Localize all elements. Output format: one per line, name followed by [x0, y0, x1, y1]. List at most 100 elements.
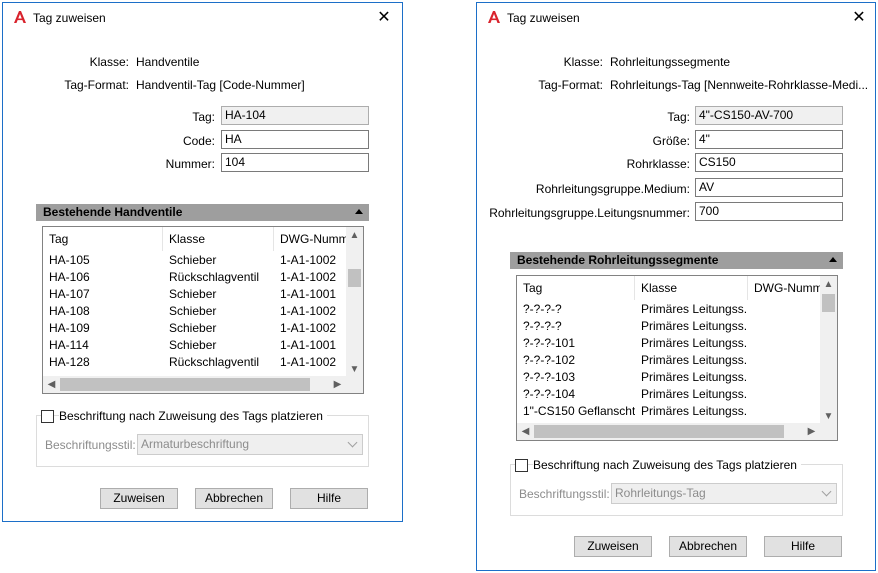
cell-klasse: Schieber: [169, 253, 217, 267]
table-row[interactable]: HA-128 Rückschlagventil 1-A1-1002: [43, 354, 346, 371]
table-row[interactable]: HA-109 Schieber 1-A1-1002: [43, 320, 346, 337]
cell-klasse: Rückschlagventil: [169, 270, 260, 284]
section-bestehende-handventile[interactable]: Bestehende Handventile: [36, 204, 369, 221]
scroll-right-icon[interactable]: ▶: [803, 423, 820, 440]
existing-segments-list[interactable]: Tag Klasse DWG-Nummer ?-?-?-? Primäres Le…: [516, 275, 838, 441]
scroll-corner: [820, 423, 837, 440]
place-label-checkbox[interactable]: [41, 410, 54, 423]
scroll-right-icon[interactable]: ▶: [329, 376, 346, 393]
dialog-title: Tag zuweisen: [507, 11, 580, 25]
table-row[interactable]: HA-108 Schieber 1-A1-1002: [43, 303, 346, 320]
table-row[interactable]: ?-?-?-101 Primäres Leitungss...: [517, 335, 820, 352]
table-row[interactable]: HA-114 Schieber 1-A1-1001: [43, 337, 346, 354]
cell-tag: ?-?-?-101: [523, 336, 576, 350]
close-icon[interactable]: ✕: [372, 7, 396, 29]
cancel-button[interactable]: Abbrechen: [669, 536, 747, 557]
existing-valves-list[interactable]: Tag Klasse DWG-Nummer HA-105 Schieber 1-A1…: [42, 226, 364, 394]
cell-tag: HA-106: [49, 270, 90, 284]
cell-tag: HA-114: [49, 338, 89, 352]
help-button[interactable]: Hilfe: [290, 488, 368, 509]
dialog-tag-zuweisen-handventile: Tag zuweisen ✕ Klasse: Handventile Tag-F…: [2, 2, 403, 522]
tagformat-value: Rohrleitungs-Tag [Nennweite-Rohrklasse-M…: [610, 78, 869, 92]
cell-tag: 1"-CS150 Geflanscht...: [523, 404, 635, 418]
cell-klasse: Rückschlagventil: [169, 355, 260, 369]
column-header-tag[interactable]: Tag: [517, 276, 635, 300]
tag-field: HA-104: [221, 106, 369, 125]
assign-button[interactable]: Zuweisen: [574, 536, 652, 557]
vertical-scrollbar[interactable]: ▲ ▼: [346, 227, 363, 378]
leitungsnummer-label: Rohrleitungsgruppe.Leitungsnummer:: [489, 206, 690, 220]
cell-tag: ?-?-?-104: [523, 387, 576, 401]
cell-tag: ?-?-?-?: [523, 302, 562, 316]
cell-dwg-nummer: 1-A1-1001: [280, 287, 337, 301]
table-row[interactable]: ?-?-?-? Primäres Leitungss...: [517, 301, 820, 318]
autocad-a-icon: [488, 11, 500, 23]
scroll-left-icon[interactable]: ◀: [43, 376, 60, 393]
code-input[interactable]: HA: [221, 130, 369, 149]
collapse-icon[interactable]: [829, 257, 837, 262]
table-row[interactable]: 1"-CS150 Geflanscht... Primäres Leitungss…: [517, 403, 820, 420]
section-bestehende-rohrleitungssegmente[interactable]: Bestehende Rohrleitungssegmente: [510, 252, 843, 269]
tagformat-label: Tag-Format:: [64, 78, 129, 92]
dialog-tag-zuweisen-rohrleitungssegmente: Tag zuweisen ✕ Klasse: Rohrleitungssegme…: [476, 2, 876, 571]
autocad-a-icon: [14, 11, 26, 23]
cell-tag: HA-105: [49, 253, 90, 267]
cell-dwg-nummer: 1-A1-1002: [280, 253, 337, 267]
assign-button[interactable]: Zuweisen: [100, 488, 178, 509]
horizontal-scrollbar[interactable]: ◀ ▶: [43, 376, 346, 393]
column-header-dwg-nummer[interactable]: DWG-Nummer: [274, 227, 348, 251]
chevron-down-icon: [347, 437, 358, 448]
label-style-value: Armaturbeschriftung: [141, 437, 250, 451]
scroll-thumb[interactable]: [822, 294, 835, 312]
cell-dwg-nummer: 1-A1-1001: [280, 338, 337, 352]
table-row[interactable]: ?-?-?-? Primäres Leitungss...: [517, 318, 820, 335]
tag-label: Tag:: [667, 110, 690, 124]
leitungsnummer-input[interactable]: 700: [695, 202, 843, 221]
scroll-up-icon[interactable]: ▲: [346, 227, 363, 244]
column-header-klasse[interactable]: Klasse: [635, 276, 748, 300]
column-header-dwg-nummer[interactable]: DWG-Nummer: [748, 276, 822, 300]
medium-label: Rohrleitungsgruppe.Medium:: [535, 182, 690, 196]
table-row[interactable]: ?-?-?-104 Primäres Leitungss...: [517, 386, 820, 403]
cell-dwg-nummer: [748, 335, 822, 352]
table-row[interactable]: ?-?-?-103 Primäres Leitungss...: [517, 369, 820, 386]
hscroll-thumb[interactable]: [60, 378, 310, 391]
table-row[interactable]: HA-106 Rückschlagventil 1-A1-1002: [43, 269, 346, 286]
close-icon[interactable]: ✕: [847, 7, 871, 29]
vertical-scrollbar[interactable]: ▲ ▼: [820, 276, 837, 425]
cell-klasse: Primäres Leitungss...: [641, 353, 748, 367]
scroll-thumb[interactable]: [348, 269, 361, 287]
medium-input[interactable]: AV: [695, 178, 843, 197]
title-bar: Tag zuweisen ✕: [477, 3, 875, 33]
rohrklasse-input[interactable]: CS150: [695, 153, 843, 172]
groesse-input[interactable]: 4": [695, 130, 843, 149]
column-header-tag[interactable]: Tag: [43, 227, 163, 251]
hscroll-thumb[interactable]: [534, 425, 784, 438]
table-row[interactable]: ?-?-?-102 Primäres Leitungss...: [517, 352, 820, 369]
table-row[interactable]: HA-105 Schieber 1-A1-1002: [43, 252, 346, 269]
cell-dwg-nummer: 1-A1-1002: [280, 355, 337, 369]
cell-dwg-nummer: [748, 318, 822, 335]
table-row[interactable]: HA-107 Schieber 1-A1-1001: [43, 286, 346, 303]
tag-label: Tag:: [192, 110, 215, 124]
place-label-checkbox[interactable]: [515, 459, 528, 472]
cell-klasse: Primäres Leitungss...: [641, 387, 748, 401]
place-label-checkbox-label[interactable]: Beschriftung nach Zuweisung des Tags pla…: [59, 409, 327, 423]
place-label-checkbox-label[interactable]: Beschriftung nach Zuweisung des Tags pla…: [533, 458, 801, 472]
cell-klasse: Schieber: [169, 287, 217, 301]
scroll-up-icon[interactable]: ▲: [820, 276, 837, 293]
cell-klasse: Primäres Leitungss...: [641, 404, 748, 418]
nummer-input[interactable]: 104: [221, 153, 369, 172]
collapse-icon[interactable]: [355, 209, 363, 214]
column-header-klasse[interactable]: Klasse: [163, 227, 274, 251]
cell-klasse: Schieber: [169, 338, 217, 352]
help-button[interactable]: Hilfe: [764, 536, 842, 557]
scroll-left-icon[interactable]: ◀: [517, 423, 534, 440]
scroll-corner: [346, 376, 363, 393]
groesse-label: Größe:: [652, 134, 690, 148]
cell-dwg-nummer: [748, 369, 822, 386]
horizontal-scrollbar[interactable]: ◀ ▶: [517, 423, 820, 440]
klasse-value: Handventile: [136, 55, 200, 69]
cancel-button[interactable]: Abbrechen: [195, 488, 273, 509]
code-label: Code:: [182, 134, 215, 148]
